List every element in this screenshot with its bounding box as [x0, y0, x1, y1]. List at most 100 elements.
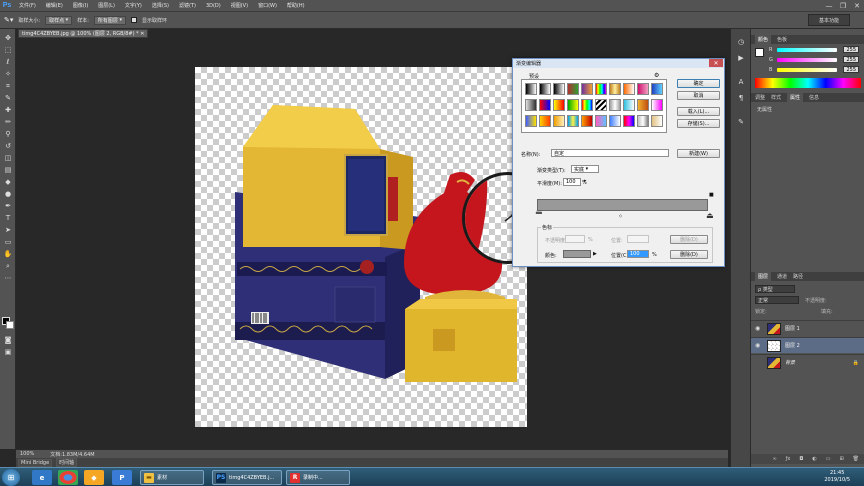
move-tool-icon[interactable]: ✥ — [3, 33, 13, 43]
dodge-tool-icon[interactable]: ● — [3, 189, 13, 199]
color-stop-right-icon[interactable]: ⏏ — [706, 211, 714, 220]
preset-swatch[interactable] — [595, 83, 607, 95]
app-icon[interactable]: ◆ — [84, 470, 104, 485]
preset-swatch[interactable] — [623, 83, 635, 95]
hand-tool-icon[interactable]: ✋ — [3, 249, 13, 259]
tab-color[interactable]: 颜色 — [755, 35, 772, 44]
green-channel-slider[interactable] — [777, 58, 837, 62]
eraser-tool-icon[interactable]: ◫ — [3, 153, 13, 163]
preset-swatch[interactable] — [651, 83, 663, 95]
name-input[interactable]: 自定 — [551, 149, 669, 157]
midpoint-diamond-icon[interactable]: ◇ — [619, 213, 622, 218]
screen-mode-icon[interactable]: ▣ — [3, 347, 13, 357]
menu-item[interactable]: 图像(I) — [68, 2, 93, 9]
smoothness-input[interactable]: 100 — [563, 178, 581, 186]
tab-info[interactable]: 信息 — [809, 94, 819, 101]
show-ring-checkbox[interactable] — [131, 17, 138, 23]
brush-panel-icon[interactable]: ✎ — [736, 117, 746, 127]
preset-swatch[interactable] — [595, 115, 607, 127]
chrome-icon[interactable] — [58, 470, 78, 485]
character-panel-icon[interactable]: A — [736, 77, 746, 87]
blue-channel-value[interactable]: 255 — [843, 66, 859, 73]
delete-opacity-stop-button[interactable]: 删除(D) — [670, 235, 708, 244]
stamp-tool-icon[interactable]: ⚲ — [3, 129, 13, 139]
link-layers-icon[interactable]: ∞ — [772, 456, 776, 462]
type-tool-icon[interactable]: T — [3, 213, 13, 223]
add-mask-icon[interactable]: ◘ — [799, 456, 803, 462]
preset-swatch[interactable] — [581, 115, 593, 127]
preset-swatch[interactable] — [595, 99, 607, 111]
document-tab[interactable]: timg4C4ZBYEB.jpg @ 100% (图层 2, RGB/8#) *… — [18, 29, 148, 38]
preset-swatch[interactable] — [539, 83, 551, 95]
adjustment-layer-icon[interactable]: ◐ — [812, 456, 816, 462]
green-channel-value[interactable]: 255 — [843, 56, 859, 63]
menu-item[interactable]: 选择(S) — [147, 2, 174, 9]
ie-icon[interactable]: e — [32, 470, 52, 485]
minimize-button[interactable]: — — [822, 0, 836, 12]
preset-swatch[interactable] — [567, 99, 579, 111]
preset-swatch[interactable] — [637, 115, 649, 127]
history-brush-icon[interactable]: ↺ — [3, 141, 13, 151]
path-select-icon[interactable]: ➤ — [3, 225, 13, 235]
save-button[interactable]: 存储(S)... — [677, 119, 720, 128]
layer-kind-filter[interactable]: ρ 类型 — [755, 285, 795, 293]
gradient-presets-grid[interactable] — [521, 79, 667, 133]
new-group-icon[interactable]: ▭ — [826, 456, 831, 462]
stop-color-swatch[interactable] — [563, 250, 591, 258]
history-panel-icon[interactable]: ◷ — [736, 37, 746, 47]
preset-swatch[interactable] — [525, 99, 537, 111]
timeline-tab[interactable]: 时间轴 — [56, 458, 78, 467]
tab-styles[interactable]: 样式 — [771, 94, 781, 101]
blend-mode-select[interactable]: 正常 — [755, 296, 799, 304]
quick-mask-icon[interactable]: ◙ — [3, 335, 13, 345]
preset-swatch[interactable] — [553, 115, 565, 127]
start-button-icon[interactable]: ⊞ — [2, 469, 20, 486]
sample-select[interactable]: 所有图层 ▾ — [93, 15, 127, 25]
color-panel-fg-swatch[interactable] — [755, 48, 764, 57]
layer-row-selected[interactable]: ◉ 图层 2 — [751, 337, 864, 353]
blur-tool-icon[interactable]: ◆ — [3, 177, 13, 187]
menu-item[interactable]: 编辑(E) — [41, 2, 68, 9]
taskbar-folder[interactable]: ▬ 素材 — [140, 470, 204, 485]
tab-channels[interactable]: 通道 — [777, 273, 787, 280]
taskbar-photoshop[interactable]: PS timg4C4ZBYEB.j... — [212, 470, 282, 485]
tab-layers[interactable]: 图层 — [755, 272, 772, 281]
minibridge-tab[interactable]: Mini Bridge — [18, 458, 53, 467]
close-button[interactable]: ✕ — [850, 0, 864, 12]
eyedropper-icon[interactable]: ✎ — [3, 93, 13, 103]
restore-button[interactable]: ❐ — [836, 0, 850, 12]
taskbar-recorder[interactable]: R 录制中... — [286, 470, 350, 485]
visibility-eye-icon[interactable]: ◉ — [755, 342, 763, 349]
layer-row[interactable]: 背景 🔒 — [751, 354, 864, 370]
presets-menu-gear-icon[interactable]: ⚙ — [654, 72, 659, 79]
preset-swatch[interactable] — [581, 99, 593, 111]
layer-row[interactable]: ◉ 图层 1 — [751, 320, 864, 336]
preset-swatch[interactable] — [567, 115, 579, 127]
menu-item[interactable]: 文件(F) — [14, 2, 41, 9]
menu-item[interactable]: 3D(D) — [201, 3, 226, 9]
preset-swatch[interactable] — [525, 83, 537, 95]
workspace-select[interactable]: 基本功能 — [808, 14, 850, 26]
sample-size-select[interactable]: 取样点 ▾ — [45, 15, 73, 25]
preset-swatch[interactable] — [553, 83, 565, 95]
new-button[interactable]: 新建(W) — [677, 149, 720, 158]
tab-swatches[interactable]: 色板 — [777, 36, 787, 43]
dialog-close-button[interactable]: ✕ — [709, 59, 723, 67]
zoom-tool-icon[interactable]: ⌕ — [3, 261, 13, 271]
preset-swatch[interactable] — [651, 115, 663, 127]
preset-swatch[interactable] — [525, 115, 537, 127]
crop-tool-icon[interactable]: ⌗ — [3, 81, 13, 91]
actions-panel-icon[interactable]: ▶ — [736, 53, 746, 63]
app-icon[interactable]: P — [112, 470, 132, 485]
gradient-preview-bar[interactable] — [537, 199, 708, 211]
menu-item[interactable]: 视图(V) — [226, 2, 253, 9]
load-button[interactable]: 载入(L)... — [677, 107, 720, 116]
preset-swatch[interactable] — [539, 115, 551, 127]
preset-swatch[interactable] — [637, 99, 649, 111]
menu-item[interactable]: 文字(Y) — [120, 2, 147, 9]
pen-tool-icon[interactable]: ✒ — [3, 201, 13, 211]
new-layer-icon[interactable]: ⊞ — [839, 456, 843, 462]
ok-button[interactable]: 确定 — [677, 79, 720, 88]
preset-swatch[interactable] — [567, 83, 579, 95]
color-position-input[interactable]: 100 — [627, 250, 649, 258]
